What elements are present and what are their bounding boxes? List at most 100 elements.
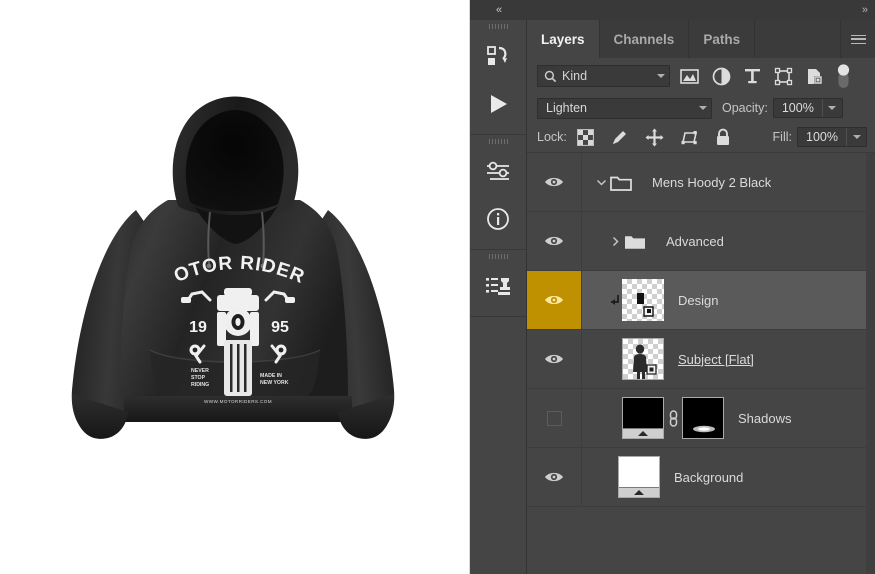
canvas-right-edge [469,0,470,574]
layer-name: Design [678,292,719,308]
layer-visibility-toggle[interactable] [527,212,582,270]
layer-body: Design [582,271,875,329]
lock-position-icon[interactable] [645,128,664,147]
layer-visibility-toggle[interactable] [527,330,582,388]
fill-stepper[interactable] [846,128,866,146]
layer-row[interactable]: Mens Hoody 2 Black [527,153,875,212]
layer-body: Subject [Flat] [582,330,875,388]
hoodie-mockup-image: MOTOR RIDERS [28,60,448,480]
layer-row[interactable]: Subject [Flat] [527,330,875,389]
eye-icon [545,295,563,305]
filter-pixel-icon[interactable] [680,68,699,85]
svg-text:NEVER: NEVER [191,368,209,374]
svg-text:19: 19 [189,319,207,336]
layer-mask-thumbnail[interactable] [682,397,724,439]
dock-titlebar: « » [470,0,875,20]
panel-menu-icon[interactable] [841,20,875,58]
layer-visibility-toggle[interactable] [527,389,582,447]
lock-label: Lock: [537,130,567,144]
svg-text:NEW YORK: NEW YORK [260,380,289,386]
lock-transparent-pixels-icon[interactable] [576,128,594,146]
filter-row: Kind [527,58,875,94]
layer-visibility-toggle[interactable] [527,448,582,506]
lock-image-pixels-icon[interactable] [610,128,629,147]
play-icon[interactable] [470,80,526,128]
tab-paths[interactable]: Paths [689,20,756,58]
icon-rail [470,20,527,574]
clipping-mask-icon [606,293,622,307]
rail-grip[interactable] [470,135,526,147]
filter-shape-icon[interactable] [774,67,793,86]
layer-row[interactable]: Advanced [527,212,875,271]
fill-value[interactable]: 100% [798,130,846,144]
filter-kind-value: Kind [562,69,588,83]
chevron-down-icon[interactable] [657,74,665,78]
layer-list-scrollbar[interactable] [866,153,875,574]
chevron-down-icon[interactable] [592,177,610,188]
collapse-left-icon[interactable]: « [496,0,502,20]
tab-layers[interactable]: Layers [527,20,600,58]
chevron-down-icon[interactable] [699,106,707,110]
blend-mode-select[interactable]: Lighten [537,97,712,119]
clone-source-icon[interactable] [470,262,526,310]
eye-icon [545,354,563,364]
info-icon[interactable] [470,195,526,243]
panel-tabs: Layers Channels Paths [527,20,875,58]
filter-type-icon[interactable] [744,67,761,85]
rail-grip[interactable] [470,250,526,262]
layer-name: Advanced [666,233,724,249]
layer-row[interactable]: Background [527,448,875,507]
layer-body: Mens Hoody 2 Black [582,153,875,211]
layer-row[interactable]: Design [527,271,875,330]
tabs-spacer [755,20,841,58]
svg-text:95: 95 [271,319,289,336]
opacity-label: Opacity: [722,101,768,115]
opacity-value[interactable]: 100% [774,101,822,115]
layer-name: Shadows [738,410,792,426]
filter-smart-object-icon[interactable] [806,67,824,86]
svg-text:WWW.MOTORRIDERS.COM: WWW.MOTORRIDERS.COM [204,399,272,404]
rail-group-3 [470,250,526,317]
rail-group-2 [470,135,526,250]
tab-channels[interactable]: Channels [600,20,690,58]
layer-list[interactable]: Mens Hoody 2 Black Advanced Design Subje… [527,152,875,574]
layer-body: Background [582,448,875,506]
history-icon[interactable] [470,32,526,80]
filter-kind-select[interactable]: Kind [537,65,670,87]
blend-mode-value: Lighten [546,101,588,115]
lock-all-icon[interactable] [715,128,731,147]
fill-field[interactable]: 100% [797,127,867,147]
adjustments-icon[interactable] [470,147,526,195]
folder-icon [610,174,632,191]
layer-visibility-toggle[interactable] [527,271,582,329]
eye-off-icon[interactable] [546,410,562,426]
layer-name: Background [674,469,744,485]
blend-mode-row: Lighten Opacity: 100% [527,94,875,122]
layers-panel: Layers Channels Paths Kind Lighten Opaci… [527,20,875,574]
layer-row[interactable]: Shadows [527,389,875,448]
collapse-right-icon[interactable]: » [862,0,868,20]
layer-thumbnail[interactable] [622,397,664,439]
fill-label: Fill: [772,130,792,144]
filter-toggle-switch[interactable] [837,63,850,89]
thumbnail-artboard-strip [619,487,659,497]
eye-icon [545,236,563,246]
chevron-right-icon[interactable] [606,236,624,247]
filter-adjustment-icon[interactable] [712,67,731,86]
link-layers-icon[interactable] [664,409,682,428]
rail-grip[interactable] [470,20,526,32]
layer-thumbnail[interactable] [622,338,664,380]
layer-visibility-toggle[interactable] [527,153,582,211]
opacity-stepper[interactable] [821,99,842,117]
opacity-field[interactable]: 100% [772,98,843,118]
lock-row: Lock: Fill: 100% [527,122,875,152]
layer-thumbnail[interactable] [622,279,664,321]
rail-group-1 [470,20,526,135]
svg-text:MADE IN: MADE IN [260,373,282,379]
layer-thumbnail[interactable] [618,456,660,498]
layer-body: Advanced [582,212,875,270]
lock-artboard-nesting-icon[interactable] [680,128,699,147]
thumbnail-artboard-strip [623,428,663,438]
folder-icon [624,233,646,250]
canvas-area[interactable]: MOTOR RIDERS [0,0,470,574]
